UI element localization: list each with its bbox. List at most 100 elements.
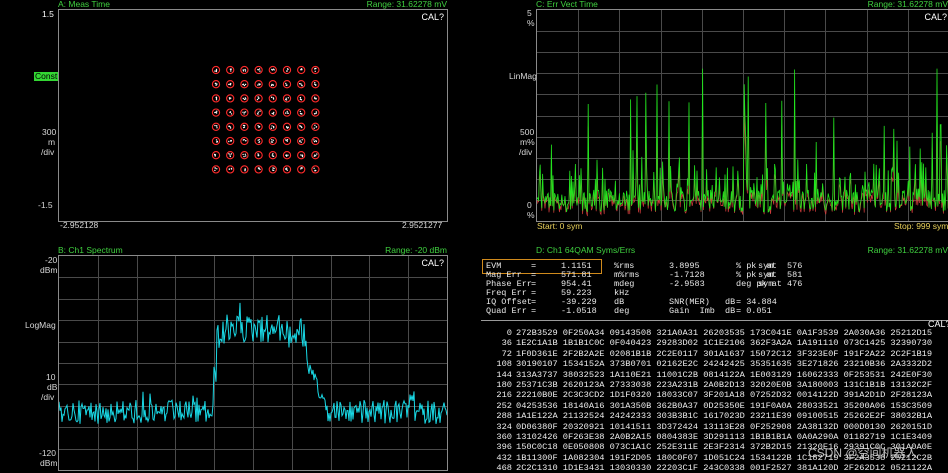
table-cell: 313A3737 — [516, 369, 558, 380]
table-cell: 3D372424 — [656, 421, 699, 432]
panel-a-format-chip[interactable]: Const — [34, 72, 59, 81]
table-cell: 23211E39 — [750, 411, 792, 422]
panel-d-title[interactable]: D: Ch1 64QAM Syms/Errs — [536, 246, 635, 255]
panel-b-y-bottom-2: dBm — [40, 458, 58, 468]
table-row-index: 396 — [496, 442, 512, 453]
panel-a-range[interactable]: Range: 31.62278 mV — [300, 0, 447, 9]
constellation-ring — [211, 151, 221, 160]
table-cell: 0D25350E — [703, 400, 745, 411]
panel-c-range[interactable]: Range: 31.62278 mV — [790, 0, 948, 9]
constellation-point — [299, 98, 302, 101]
constellation-ring — [297, 94, 306, 103]
table-cell: 0521122A — [890, 463, 933, 473]
constellation-point — [259, 83, 261, 85]
constellation-point — [258, 68, 261, 70]
panel-b-plot[interactable]: CAL? — [58, 255, 448, 471]
constellation-point — [287, 97, 289, 99]
constellation-point — [230, 168, 233, 170]
panel-b-title[interactable]: B: Ch1 Spectrum — [58, 246, 123, 255]
constellation-ring — [240, 165, 249, 174]
constellation-point — [243, 84, 246, 87]
constellation-ring — [240, 94, 249, 103]
panel-a-cal: CAL? — [421, 12, 444, 22]
table-cell: 3E271826 — [796, 359, 839, 370]
constellation-ring — [240, 65, 249, 75]
constellation-point — [214, 169, 216, 172]
constellation-point — [314, 68, 316, 70]
table-cell: 243C0338 — [703, 463, 745, 473]
table-cell: 1B1B1B1A — [750, 432, 792, 442]
panel-b-y-format[interactable]: LogMag — [25, 321, 56, 330]
panel-c-plot[interactable]: CAL? — [536, 9, 948, 222]
table-cell: 3A180003 — [796, 380, 839, 390]
table-cell: 01182719 — [843, 432, 886, 442]
constellation-point — [299, 96, 302, 99]
constellation-point — [286, 68, 289, 70]
constellation-point — [272, 139, 274, 141]
evm-unit: deg — [614, 306, 630, 316]
table-cell: 303B3B1C — [656, 411, 699, 422]
constellation-point — [313, 139, 315, 141]
constellation-point — [285, 97, 287, 100]
table-cell: 2A3332D2 — [890, 359, 933, 370]
panel-d-range[interactable]: Range: 31.62278 mV — [790, 246, 948, 255]
panel-a-title[interactable]: A: Meas Time — [58, 0, 110, 9]
table-cell: 362F3A2A — [750, 338, 792, 349]
constellation-point — [271, 154, 274, 156]
constellation-point — [314, 113, 316, 115]
table-cell: 04253536 — [516, 400, 558, 411]
panel-c-x-start: Start: 0 sym — [537, 221, 583, 231]
table-cell: 2A0B2A15 — [609, 432, 652, 442]
constellation-point — [244, 153, 246, 155]
panel-b-y-scale-2: dB — [47, 382, 58, 392]
table-cell: 24242425 — [703, 359, 745, 370]
constellation-point — [300, 69, 302, 71]
constellation-point — [216, 168, 218, 170]
table-cell: 1E2C1A1B — [516, 338, 558, 349]
constellation-ring — [211, 80, 221, 89]
table-cell: 1534122B — [750, 452, 792, 463]
evm-eq: = — [531, 306, 537, 316]
panel-c-y-top-unit: % — [527, 18, 535, 28]
panel-b-range[interactable]: Range: -20 dBm — [330, 246, 447, 255]
table-cell: 35200A06 — [843, 400, 886, 411]
constellation-ring — [211, 136, 221, 146]
table-row-index: 288 — [496, 411, 512, 422]
constellation-point — [271, 139, 273, 141]
constellation-point — [300, 83, 302, 85]
table-cell: 2C3C3CD2 — [562, 390, 605, 401]
panel-c-y-scale-3: /div — [519, 147, 533, 157]
constellation-point — [273, 111, 275, 114]
constellation-point — [257, 96, 259, 98]
table-cell: 18033C07 — [656, 390, 699, 401]
constellation-point — [230, 140, 233, 142]
constellation-point — [272, 97, 275, 99]
constellation-point — [286, 70, 288, 72]
table-cell: 1B1B1C0C — [562, 338, 605, 349]
panel-a-plot[interactable]: CAL? — [58, 9, 448, 222]
table-row-index: 432 — [496, 452, 512, 463]
constellation-point — [228, 83, 230, 86]
constellation-point — [271, 69, 274, 71]
panel-c-y-scale-2: m% — [520, 137, 535, 147]
evm-sym: sym — [758, 279, 774, 289]
constellation-point — [313, 140, 316, 143]
table-cell: 23210B36 — [843, 359, 886, 370]
table-cell: 2C2F1B19 — [890, 348, 933, 359]
table-cell: 0804383E — [656, 432, 699, 442]
table-cell: 180C0F07 — [656, 452, 699, 463]
table-cell: 02081B1B — [609, 348, 652, 359]
panel-c-title[interactable]: C: Err Vect Time — [536, 0, 598, 9]
table-cell: 09100515 — [796, 411, 839, 422]
constellation-point — [300, 154, 302, 156]
panel-c-y-format[interactable]: LinMag — [509, 72, 537, 81]
table-cell: 191F2D05 — [609, 452, 652, 463]
table-cell: 0E050808 — [562, 442, 605, 453]
table-cell: 3D291113 — [703, 432, 745, 442]
constellation-point — [299, 83, 301, 85]
table-cell: 24242333 — [609, 411, 652, 422]
constellation-point — [258, 126, 260, 128]
table-cell: 2620151D — [890, 421, 933, 432]
table-cell: 1A1E122A — [516, 411, 558, 422]
constellation-point — [228, 140, 230, 143]
